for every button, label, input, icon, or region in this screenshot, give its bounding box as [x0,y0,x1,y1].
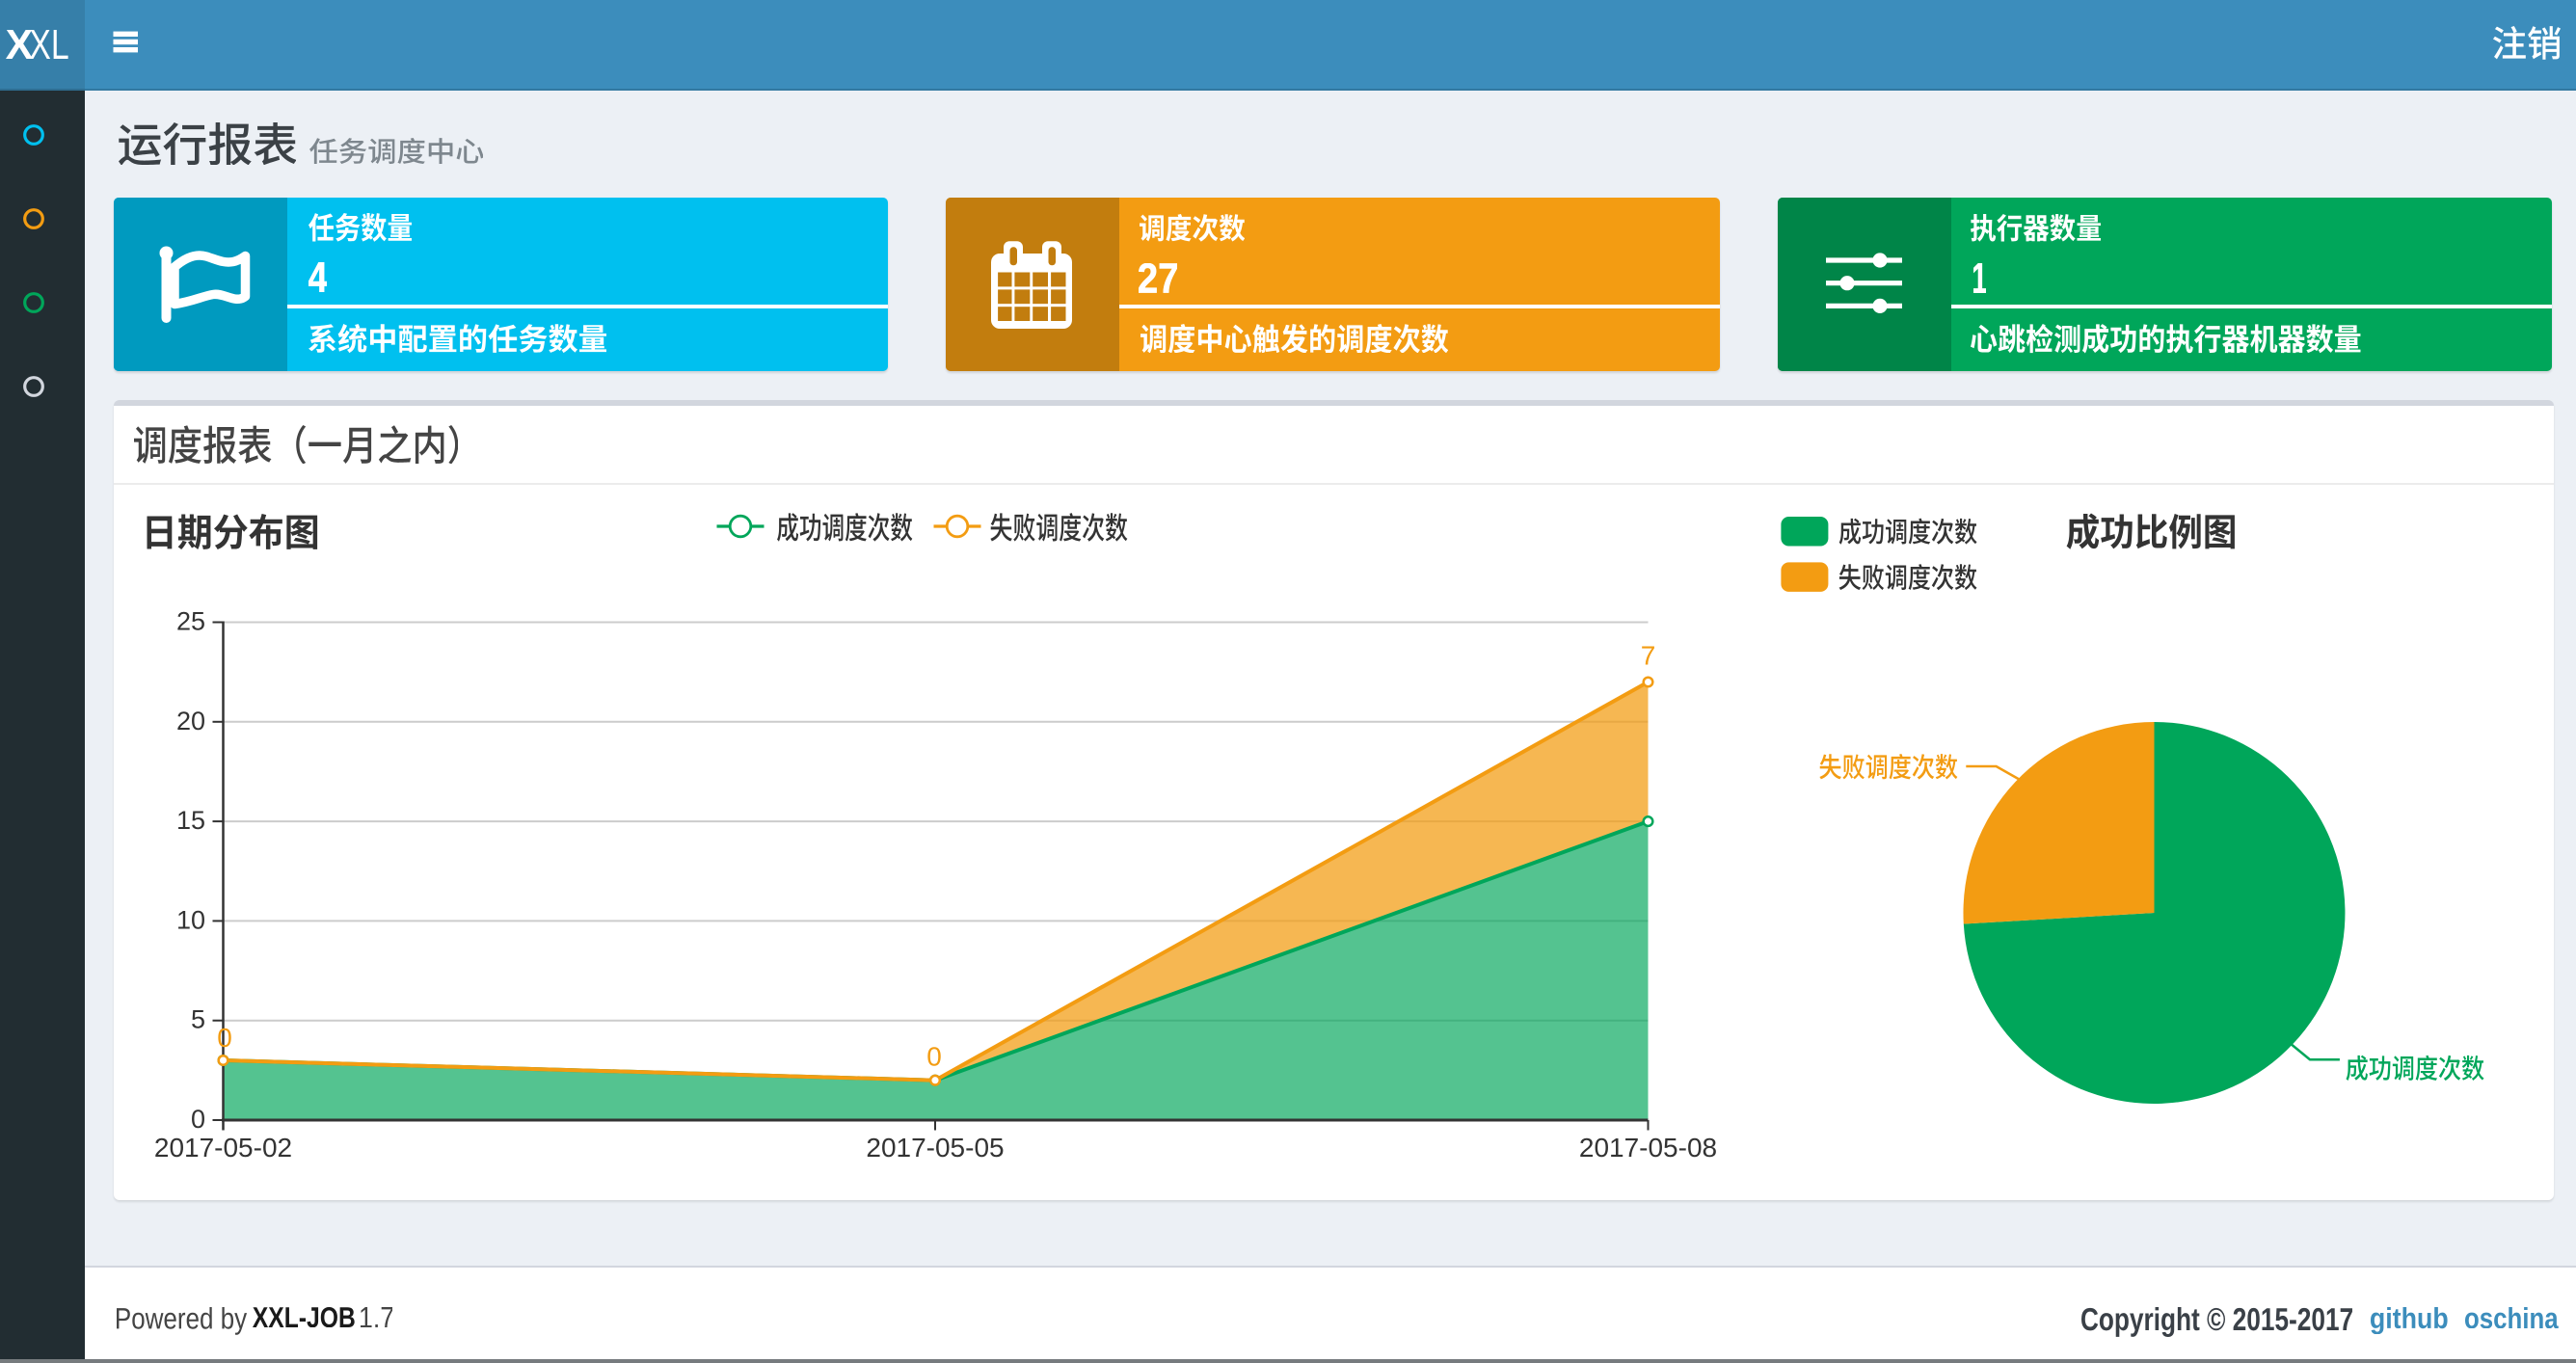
svg-text:5: 5 [191,1005,205,1034]
svg-text:10: 10 [176,905,205,934]
svg-text:2017-05-08: 2017-05-08 [1579,1133,1717,1163]
svg-text:15: 15 [176,806,205,835]
svg-text:2017-05-02: 2017-05-02 [154,1133,292,1163]
svg-text:0: 0 [217,1023,232,1053]
svg-text:7: 7 [1641,641,1656,671]
svg-text:25: 25 [176,607,205,636]
svg-text:0: 0 [191,1105,205,1134]
svg-text:0: 0 [926,1042,942,1072]
svg-text:20: 20 [176,707,205,735]
svg-text:2017-05-05: 2017-05-05 [866,1133,1004,1163]
